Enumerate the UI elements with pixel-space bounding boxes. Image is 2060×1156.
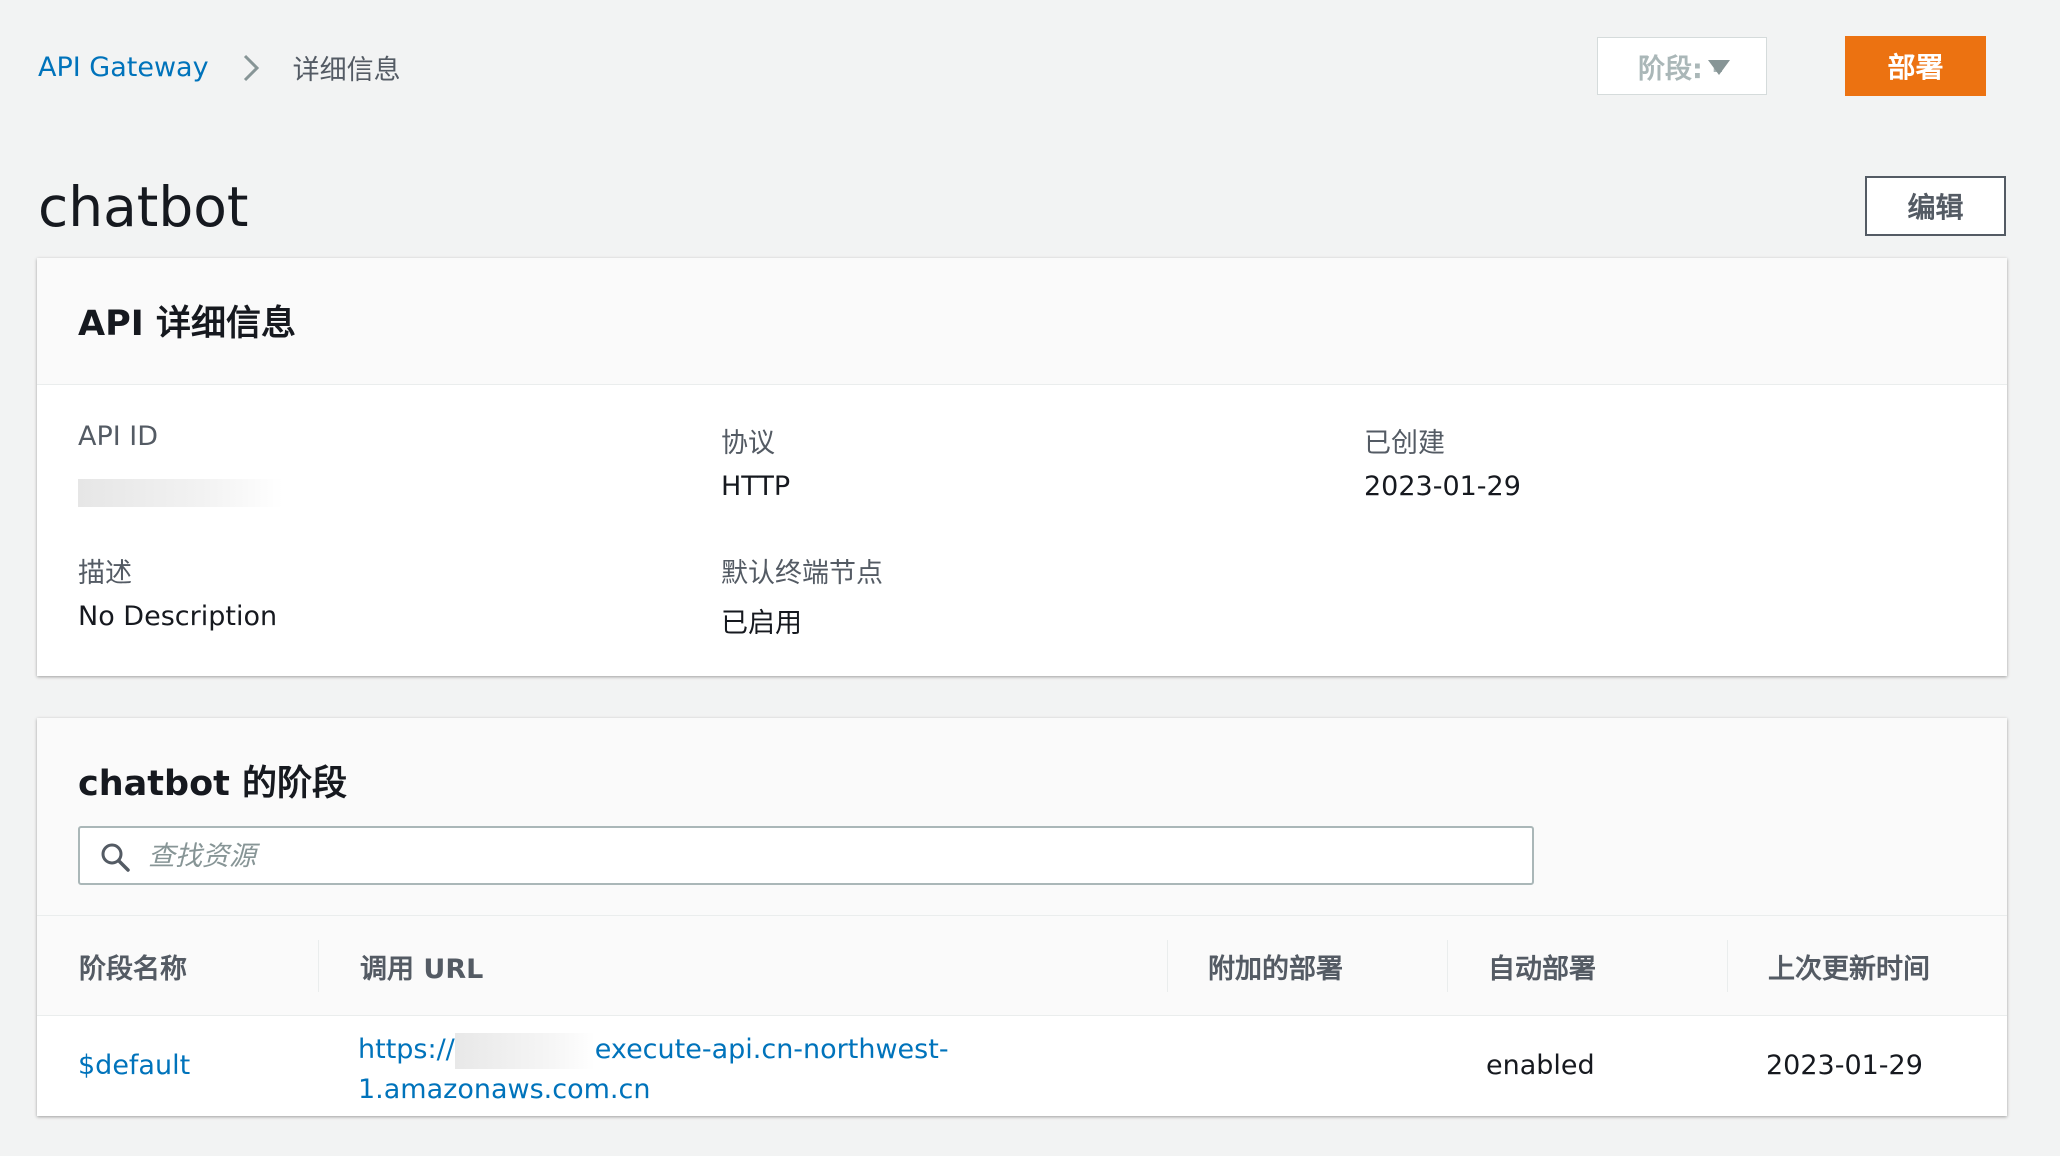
stages-panel: chatbot 的阶段 阶段名称 调用 URL 附加的部署 自动部署 上次更新时… — [37, 718, 2007, 1116]
table-header: 阶段名称 调用 URL 附加的部署 自动部署 上次更新时间 — [37, 916, 2007, 1016]
column-header-stage-name[interactable]: 阶段名称 — [79, 916, 187, 1016]
protocol-value: HTTP — [721, 471, 791, 502]
default-endpoint-label: 默认终端节点 — [721, 558, 883, 589]
default-endpoint-value: 已启用 — [721, 608, 802, 639]
deploy-button[interactable]: 部署 — [1845, 36, 1986, 96]
created-label: 已创建 — [1364, 428, 1445, 459]
api-id-value-redacted — [78, 479, 283, 507]
auto-deploy-value: enabled — [1486, 1050, 1595, 1081]
stage-name-link[interactable]: $default — [78, 1050, 190, 1081]
search-icon — [101, 843, 130, 872]
invoke-url-line2: 1.amazonaws.com.cn — [358, 1074, 651, 1105]
edit-button[interactable]: 编辑 — [1865, 176, 2006, 236]
column-header-auto-deploy[interactable]: 自动部署 — [1488, 916, 1596, 1016]
page-title: chatbot — [38, 175, 249, 239]
invoke-url-link[interactable]: https:// execute-api.cn-northwest- 1.amaz… — [358, 1030, 978, 1110]
stages-header: chatbot 的阶段 — [37, 718, 2007, 916]
description-label: 描述 — [78, 558, 132, 589]
protocol-label: 协议 — [721, 428, 775, 459]
column-header-last-updated[interactable]: 上次更新时间 — [1768, 916, 1930, 1016]
column-separator — [1727, 940, 1728, 992]
column-header-attached-deployment[interactable]: 附加的部署 — [1208, 916, 1343, 1016]
column-separator — [1447, 940, 1448, 992]
created-value: 2023-01-29 — [1364, 471, 1521, 502]
invoke-url-redacted — [454, 1032, 595, 1069]
chevron-right-icon — [243, 54, 259, 81]
column-header-invoke-url[interactable]: 调用 URL — [360, 916, 483, 1016]
breadcrumb-current: 详细信息 — [292, 55, 401, 86]
invoke-url-prefix: https:// — [358, 1034, 455, 1065]
caret-down-icon — [1708, 60, 1730, 75]
stages-title: chatbot 的阶段 — [78, 764, 348, 804]
stage-select[interactable]: 阶段: - — [1597, 37, 1767, 95]
breadcrumb-root-link[interactable]: API Gateway — [38, 52, 209, 83]
api-details-header: API 详细信息 — [37, 258, 2007, 385]
breadcrumb: API Gateway 详细信息 — [38, 48, 401, 87]
column-separator — [1167, 940, 1168, 992]
last-updated-value: 2023-01-29 — [1766, 1050, 1923, 1081]
description-value: No Description — [78, 601, 278, 632]
api-details-panel: API 详细信息 API ID 协议 HTTP 已创建 2023-01-29 描… — [37, 258, 2007, 676]
column-separator — [318, 940, 319, 992]
api-details-title: API 详细信息 — [78, 304, 296, 344]
search-box — [78, 826, 1534, 885]
search-input[interactable] — [146, 834, 1510, 878]
invoke-url-suffix: execute-api.cn-northwest- — [594, 1034, 949, 1065]
api-id-label: API ID — [78, 421, 159, 452]
